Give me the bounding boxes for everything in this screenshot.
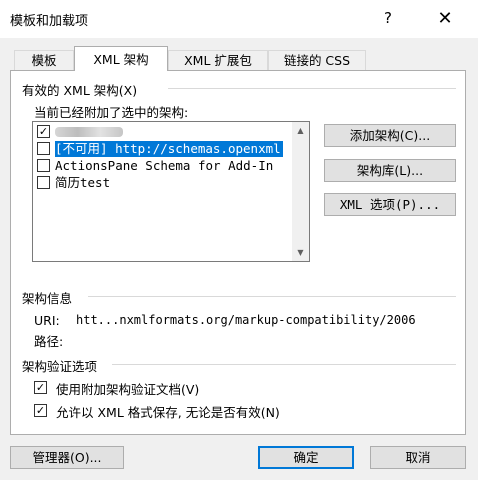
section-divider <box>168 88 456 89</box>
scroll-up-icon[interactable]: ▲ <box>292 122 309 139</box>
validate-document-label[interactable]: 使用附加架构验证文档(V) <box>56 379 199 398</box>
uri-label: URI: <box>34 313 60 328</box>
schemas-section-title: 有效的 XML 架构(X) <box>22 83 138 98</box>
tab-xml-schema[interactable]: XML 架构 <box>74 46 168 71</box>
xml-options-button[interactable]: XML 选项(P)... <box>324 193 456 216</box>
section-divider <box>112 364 456 365</box>
manager-button[interactable]: 管理器(O)... <box>10 446 124 469</box>
validation-section-title: 架构验证选项 <box>22 359 98 374</box>
title-bar: 模板和加载项 ? ✕ <box>0 0 478 38</box>
schema-checkbox[interactable] <box>37 142 50 155</box>
cancel-button[interactable]: 取消 <box>370 446 466 469</box>
tab-xml-expansion-packs[interactable]: XML 扩展包 <box>168 50 268 70</box>
tab-templates[interactable]: 模板 <box>14 50 74 70</box>
section-divider <box>88 296 456 297</box>
blurred-schema-name <box>55 127 123 137</box>
schema-checkbox[interactable]: ✓ <box>37 125 50 138</box>
info-section-title: 架构信息 <box>22 291 73 306</box>
schemas-list-label: 当前已经附加了选中的架构: <box>34 105 189 120</box>
schema-list[interactable]: ✓ [不可用] http://schemas.openxml ActionsPa… <box>32 121 310 262</box>
schema-item-label: 简历test <box>55 175 111 190</box>
dialog-title: 模板和加载项 <box>10 14 89 29</box>
schema-item-label: ActionsPane Schema for Add-In <box>55 158 274 173</box>
schema-checkbox[interactable] <box>37 159 50 172</box>
validate-document-checkbox[interactable]: ✓ <box>34 381 47 394</box>
allow-invalid-save-checkbox[interactable]: ✓ <box>34 404 47 417</box>
vertical-scrollbar[interactable]: ▲ ▼ <box>292 122 309 261</box>
add-schema-button[interactable]: 添加架构(C)... <box>324 124 456 147</box>
path-label: 路径: <box>34 334 64 349</box>
allow-invalid-save-label[interactable]: 允许以 XML 格式保存, 无论是否有效(N) <box>56 402 280 421</box>
close-icon[interactable]: ✕ <box>433 8 457 30</box>
uri-value: htt...nxmlformats.org/markup-compatibili… <box>76 313 416 327</box>
schema-checkbox[interactable] <box>37 176 50 189</box>
schema-library-button[interactable]: 架构库(L)... <box>324 159 456 182</box>
schema-item-label: [不可用] http://schemas.openxml <box>55 141 283 157</box>
ok-button[interactable]: 确定 <box>258 446 354 469</box>
tab-linked-css[interactable]: 链接的 CSS <box>268 50 366 70</box>
scroll-down-icon[interactable]: ▼ <box>292 244 309 261</box>
help-icon[interactable]: ? <box>376 8 400 28</box>
